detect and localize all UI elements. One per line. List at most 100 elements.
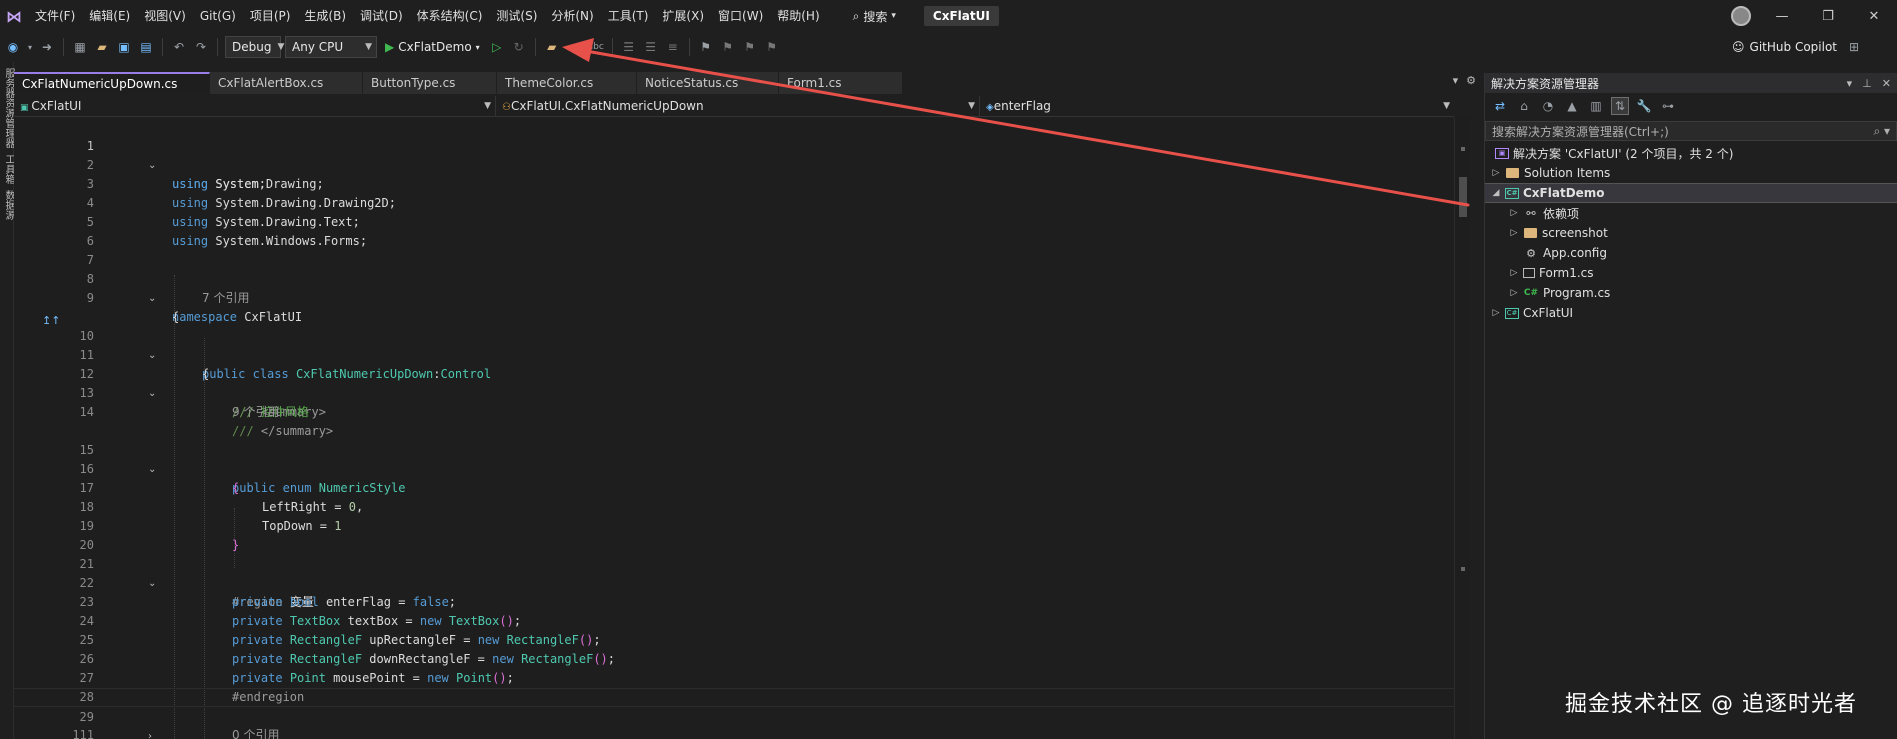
spell-check-icon[interactable]: abc xyxy=(587,38,605,56)
tree-item-cxflatui[interactable]: ▷ C# CxFlatUI xyxy=(1485,303,1897,323)
solution-search-input[interactable]: 搜索解决方案资源管理器(Ctrl+;) ⌕ ▾ xyxy=(1485,121,1897,141)
tree-item-screenshot[interactable]: ▷ screenshot xyxy=(1485,223,1897,243)
project-dropdown[interactable]: ▣ CxFlatUI ▼ xyxy=(14,95,496,116)
search-button[interactable]: ⌕ 搜索 ▾ xyxy=(845,8,904,25)
comment-icon[interactable]: ☰ xyxy=(620,38,638,56)
start-without-debugging-icon[interactable]: ▷ xyxy=(488,38,506,56)
avatar[interactable] xyxy=(1731,6,1751,26)
tab-buttontype[interactable]: ButtonType.cs xyxy=(363,72,497,94)
codelens-references[interactable]: 7 个引用 xyxy=(202,289,249,308)
folder-icon xyxy=(1524,228,1537,238)
tab-themecolor[interactable]: ThemeColor.cs xyxy=(497,72,637,94)
codelens-references[interactable]: 9 个引用 xyxy=(232,403,279,422)
type-dropdown[interactable]: ⚇CxFlatUI.CxFlatNumericUpDown ▼ xyxy=(496,95,980,116)
chevron-right-icon[interactable]: ▷ xyxy=(1489,168,1503,178)
menu-architecture[interactable]: 体系结构(C) xyxy=(410,0,490,32)
code-line: 6 xyxy=(14,213,1454,248)
menu-project[interactable]: 项目(P) xyxy=(243,0,298,32)
start-debugging-button[interactable]: ▶ CxFlatDemo ▾ xyxy=(381,40,484,54)
menu-help[interactable]: 帮助(H) xyxy=(770,0,826,32)
restore-button[interactable]: ❐ xyxy=(1805,0,1851,32)
platform-value: Any CPU xyxy=(292,40,344,54)
menu-tools[interactable]: 工具(T) xyxy=(601,0,656,32)
member-dropdown[interactable]: ◈enterFlag ▼ xyxy=(980,96,1454,116)
navigate-forward-icon[interactable]: ➜ xyxy=(38,38,56,56)
layout-icon[interactable]: ▭ xyxy=(565,38,583,56)
tab-list-dropdown-icon[interactable]: ▾ xyxy=(1453,74,1459,87)
menu-bar: ⋈ 文件(F) 编辑(E) 视图(V) Git(G) 项目(P) 生成(B) 调… xyxy=(0,0,1897,32)
menu-debug[interactable]: 调试(D) xyxy=(353,0,410,32)
tree-item-form1[interactable]: ▷ Form1.cs xyxy=(1485,263,1897,283)
menu-build[interactable]: 生成(B) xyxy=(297,0,353,32)
menu-window[interactable]: 窗口(W) xyxy=(711,0,770,32)
undo-icon[interactable]: ↶ xyxy=(170,38,188,56)
code-line: 19 } xyxy=(14,498,1454,552)
github-copilot-button[interactable]: ☺ GitHub Copilot xyxy=(1732,36,1837,58)
copilot-icon: ☺ xyxy=(1732,40,1745,54)
solution-explorer-icon[interactable]: ▰ xyxy=(543,38,561,56)
bookmark-clear-icon[interactable]: ⚑ xyxy=(763,38,781,56)
bookmark-next-icon[interactable]: ⚑ xyxy=(741,38,759,56)
window-position-icon[interactable]: ▾ xyxy=(1847,77,1853,90)
save-icon[interactable]: ▣ xyxy=(115,38,133,56)
home-icon[interactable]: ⌂ xyxy=(1515,97,1533,115)
chevron-right-icon[interactable]: ▷ xyxy=(1507,268,1521,278)
tab-form1[interactable]: Form1.cs xyxy=(779,72,903,94)
pending-changes-filter-icon[interactable]: ◔ xyxy=(1539,97,1557,115)
tree-item-cxflatdemo[interactable]: ◢ C# CxFlatDemo xyxy=(1485,183,1897,203)
editor-vertical-scrollbar[interactable] xyxy=(1454,117,1470,739)
chevron-right-icon[interactable]: ▷ xyxy=(1507,288,1521,298)
pin-icon[interactable]: ⊥ xyxy=(1862,77,1872,90)
menu-edit[interactable]: 编辑(E) xyxy=(82,0,137,32)
menu-analyze[interactable]: 分析(N) xyxy=(544,0,600,32)
close-button[interactable]: ✕ xyxy=(1851,0,1897,32)
menu-git[interactable]: Git(G) xyxy=(193,0,243,32)
configuration-select[interactable]: Debug ▼ xyxy=(225,36,284,58)
minimize-button[interactable]: — xyxy=(1759,0,1805,32)
fold-expand-icon[interactable]: › xyxy=(148,727,152,739)
platform-select[interactable]: Any CPU ▼ xyxy=(285,36,377,58)
chevron-down-icon[interactable]: ▾ xyxy=(26,38,34,56)
tree-item-app-config[interactable]: ⚙ App.config xyxy=(1485,243,1897,263)
collapse-all-icon[interactable]: ▲ xyxy=(1563,97,1581,115)
hot-reload-icon[interactable]: ↻ xyxy=(510,38,528,56)
feedback-icon[interactable]: ⊞ xyxy=(1845,38,1863,56)
bookmark-icon[interactable]: ⚑ xyxy=(697,38,715,56)
menu-extensions[interactable]: 扩展(X) xyxy=(655,0,711,32)
scrollbar-thumb[interactable] xyxy=(1459,177,1467,217)
close-icon[interactable]: ✕ xyxy=(1882,77,1891,90)
tree-item-solution[interactable]: ▣ 解决方案 'CxFlatUI' (2 个项目，共 2 个) xyxy=(1485,143,1897,163)
switch-views-icon[interactable]: ⇄ xyxy=(1491,97,1509,115)
chevron-right-icon[interactable]: ▷ xyxy=(1507,228,1521,238)
bookmark-prev-icon[interactable]: ⚑ xyxy=(719,38,737,56)
menu-test[interactable]: 测试(S) xyxy=(489,0,544,32)
panel-title: 解决方案资源管理器 xyxy=(1491,76,1600,91)
save-all-icon[interactable]: ▤ xyxy=(137,38,155,56)
codelens-references[interactable]: 0 个引用 xyxy=(232,726,279,739)
navigate-back-icon[interactable]: ◉ xyxy=(4,38,22,56)
tree-item-program[interactable]: ▷ C# Program.cs xyxy=(1485,283,1897,303)
uncomment-icon[interactable]: ☰ xyxy=(642,38,660,56)
chevron-right-icon[interactable]: ▷ xyxy=(1489,308,1503,318)
tree-item-dependencies[interactable]: ▷ ⚯ 依赖项 xyxy=(1485,203,1897,223)
indent-icon[interactable]: ≡ xyxy=(664,38,682,56)
tab-noticestatus[interactable]: NoticeStatus.cs xyxy=(637,72,779,94)
settings-gear-icon[interactable]: ⚙ xyxy=(1466,74,1476,87)
visual-studio-logo-icon[interactable]: ⋈ xyxy=(0,0,28,32)
tree-item-solution-items[interactable]: ▷ Solution Items xyxy=(1485,163,1897,183)
tab-cxflatalertbox[interactable]: CxFlatAlertBox.cs xyxy=(210,72,363,94)
chevron-right-icon[interactable]: ▷ xyxy=(1507,208,1521,218)
fold-collapse-icon[interactable]: ⌄ xyxy=(148,289,156,308)
new-project-icon[interactable]: ▦ xyxy=(71,38,89,56)
sync-active-document-icon[interactable]: ⇅ xyxy=(1611,97,1629,115)
properties-icon[interactable]: 🔧 xyxy=(1635,97,1653,115)
tab-cxflatnumericupdown[interactable]: CxFlatNumericUpDown.cs xyxy=(14,72,210,94)
menu-file[interactable]: 文件(F) xyxy=(28,0,82,32)
code-editor[interactable]: ↥↑ 1 ⌄ using System; 2 using System.Draw… xyxy=(14,118,1454,739)
redo-icon[interactable]: ↷ xyxy=(192,38,210,56)
chevron-down-icon[interactable]: ◢ xyxy=(1489,188,1503,198)
show-all-files-icon[interactable]: ▥ xyxy=(1587,97,1605,115)
menu-view[interactable]: 视图(V) xyxy=(137,0,193,32)
open-folder-icon[interactable]: ▰ xyxy=(93,38,111,56)
class-view-icon[interactable]: ⊶ xyxy=(1659,97,1677,115)
